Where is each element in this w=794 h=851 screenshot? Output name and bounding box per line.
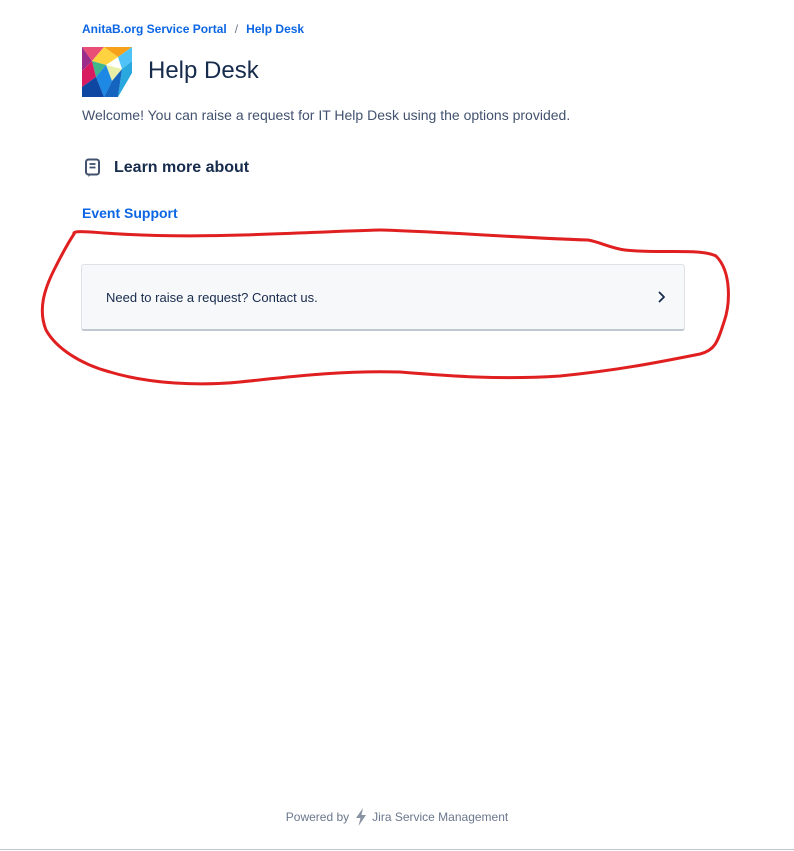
contact-us-label: Need to raise a request? Contact us. xyxy=(106,289,318,305)
jira-service-management-link[interactable]: Jira Service Management xyxy=(372,810,508,824)
red-annotation-circle xyxy=(40,228,730,386)
footer: Powered by Jira Service Management xyxy=(0,808,794,826)
breadcrumb-help-desk-link[interactable]: Help Desk xyxy=(246,22,304,36)
bottom-divider xyxy=(0,849,794,850)
learn-more-heading: Learn more about xyxy=(84,158,249,178)
breadcrumb-portal-link[interactable]: AnitaB.org Service Portal xyxy=(82,22,227,36)
breadcrumb: AnitaB.org Service Portal / Help Desk xyxy=(82,22,304,36)
contact-us-card[interactable]: Need to raise a request? Contact us. xyxy=(81,264,685,331)
knowledge-base-icon xyxy=(85,158,100,177)
jira-bolt-icon xyxy=(356,808,367,826)
breadcrumb-separator: / xyxy=(234,22,239,36)
welcome-message: Welcome! You can raise a request for IT … xyxy=(82,107,571,123)
powered-by-label: Powered by xyxy=(285,810,350,824)
anitab-logo-icon xyxy=(82,47,132,97)
chevron-right-icon xyxy=(658,291,665,303)
learn-more-label: Learn more about xyxy=(114,159,250,176)
event-support-link[interactable]: Event Support xyxy=(82,205,178,221)
page-title: Help Desk xyxy=(148,57,259,84)
